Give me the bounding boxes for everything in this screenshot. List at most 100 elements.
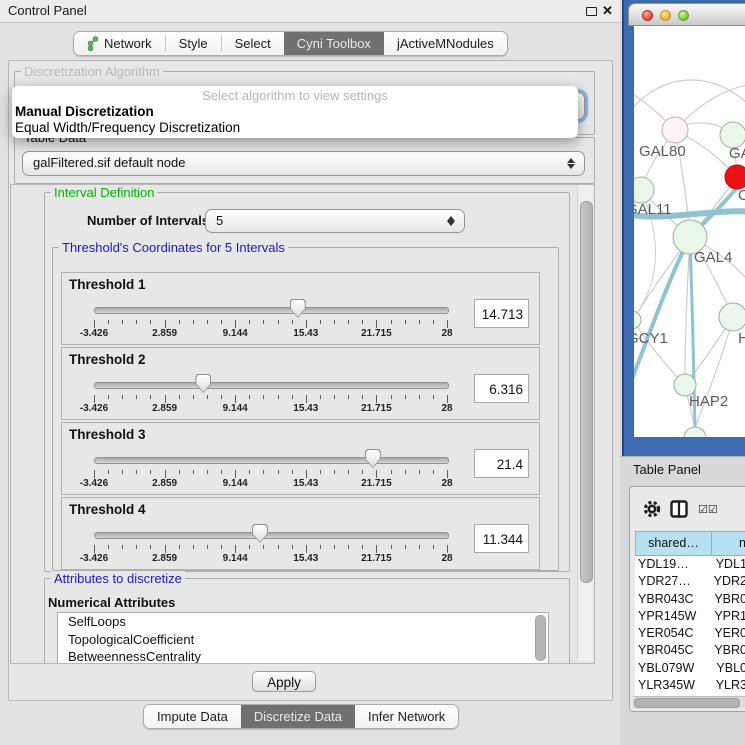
slider-tick [221, 320, 222, 324]
split-columns-icon[interactable] [670, 500, 688, 518]
slider-thumb[interactable] [252, 524, 268, 543]
slider-tick [136, 395, 137, 399]
slider-track[interactable] [94, 382, 449, 389]
slider-tick-label: 15.43 [293, 478, 318, 489]
table-row[interactable]: YBR045CYBR0 [635, 642, 745, 659]
tab-select[interactable]: Select [222, 32, 284, 55]
table-row[interactable]: YER054CYER0 [635, 625, 745, 642]
table-hscrollbar-thumb[interactable] [634, 698, 740, 708]
slider-tick-label: 28 [441, 328, 452, 339]
slider-tick [249, 395, 250, 399]
slider-tick [433, 320, 434, 324]
slider-tick [263, 545, 264, 549]
slider-track[interactable] [94, 457, 449, 464]
table-cell-shared-name: YDR27… [635, 573, 709, 590]
slider-tick [179, 320, 180, 324]
settings-scrollbar-track[interactable] [577, 185, 593, 661]
network-node-gcy1[interactable] [634, 311, 641, 329]
slider-tick [391, 320, 392, 324]
table-header-shared[interactable]: shared… [635, 531, 712, 556]
slider-tick [419, 545, 420, 549]
minimize-traffic-light-icon[interactable] [660, 10, 671, 21]
tab-cyni-toolbox[interactable]: Cyni Toolbox [284, 32, 384, 55]
attributes-groupbox: Attributes to discretize Numerical Attri… [44, 578, 570, 664]
tab-style[interactable]: Style [166, 32, 221, 55]
network-node-gal80[interactable] [662, 117, 688, 143]
tab-label: Cyni Toolbox [297, 36, 371, 51]
table-row[interactable]: YDR27…YDR2 [635, 573, 745, 590]
tab-label: Network [104, 36, 152, 51]
tab-discretize-data[interactable]: Discretize Data [241, 705, 355, 728]
slider-track[interactable] [94, 307, 449, 314]
slider-tick [376, 545, 377, 553]
table-row[interactable]: YPR145WYPR1 [635, 608, 745, 625]
slider-thumb[interactable] [195, 374, 211, 393]
slider-tick [221, 395, 222, 399]
settings-scrollbar-thumb[interactable] [580, 201, 593, 583]
float-window-icon[interactable] [586, 7, 597, 16]
close-icon[interactable]: ✕ [602, 3, 613, 19]
slider-tick-label: 15.43 [293, 403, 318, 414]
slider-tick-label: 2.859 [152, 403, 177, 414]
table-row[interactable]: YLR345WYLR3 [635, 677, 745, 694]
table-row[interactable]: YBL079WYBL0 [635, 660, 745, 677]
network-node-gal11[interactable] [634, 177, 654, 203]
slider-tick [150, 470, 151, 474]
slider-tick [320, 395, 321, 399]
zoom-traffic-light-icon[interactable] [678, 10, 689, 21]
slider-tick [136, 470, 137, 474]
threshold-value-field[interactable]: 21.4 [474, 449, 529, 478]
checkbox-columns-icon[interactable]: ☑☑ [698, 503, 718, 516]
table-header-name[interactable]: na [711, 531, 745, 556]
slider-tick-label: 21.715 [361, 478, 392, 489]
slider-tick [263, 320, 264, 324]
tab-network[interactable]: Network [74, 32, 165, 55]
gear-icon[interactable] [642, 499, 662, 519]
attribute-item[interactable]: BetweennessCentrality [58, 648, 548, 664]
slider-tick [165, 470, 166, 478]
dropdown-item-manual-discretization[interactable]: Manual Discretization [15, 104, 154, 119]
slider-tick [249, 470, 250, 474]
network-canvas[interactable]: GAL80GACGAL11GAL4GCY1HHAP2 [634, 26, 745, 437]
table-row[interactable]: YDL19…YDL1 [635, 556, 745, 573]
slider-tick [433, 545, 434, 549]
network-node[interactable] [684, 427, 706, 437]
tab-impute-data[interactable]: Impute Data [144, 705, 241, 728]
slider-tick-label: 9.144 [223, 403, 248, 414]
slider-track[interactable] [94, 532, 449, 539]
number-of-intervals-value: 5 [216, 213, 223, 228]
table-row[interactable]: YBR043CYBR0 [635, 591, 745, 608]
attributes-list-scrollbar[interactable] [535, 615, 546, 661]
close-traffic-light-icon[interactable] [642, 10, 653, 21]
slider-thumb[interactable] [365, 449, 381, 468]
apply-button[interactable]: Apply [252, 671, 316, 692]
network-node-c[interactable] [725, 165, 745, 189]
network-graph[interactable]: GAL80GACGAL11GAL4GCY1HHAP2 [634, 26, 745, 437]
table-data-select[interactable]: galFiltered.sif default node [22, 151, 585, 176]
attribute-item[interactable]: TopologicalCoefficient [58, 631, 548, 649]
app-root: Control Panel ✕ NetworkStyleSelectCyni T… [0, 0, 745, 745]
network-window-titlebar[interactable] [628, 3, 745, 26]
slider-thumb[interactable] [290, 299, 306, 318]
threshold-value-field[interactable]: 11.344 [474, 524, 529, 553]
slider-tick [419, 320, 420, 324]
tab-jactivemnodules[interactable]: jActiveMNodules [384, 32, 507, 55]
slider-tick [136, 545, 137, 549]
dropdown-item-equal-width-frequency[interactable]: Equal Width/Frequency Discretization [15, 120, 240, 135]
tab-label: Impute Data [157, 709, 228, 724]
slider-tick [320, 470, 321, 474]
network-node-h[interactable] [719, 303, 745, 331]
slider-tick-label: 21.715 [361, 328, 392, 339]
slider-tick [94, 395, 95, 403]
threshold-value-field[interactable]: 6.316 [474, 374, 529, 403]
number-of-intervals-select[interactable]: 5 [205, 209, 465, 233]
interval-definition-groupbox: Interval Definition Number of Intervals … [44, 192, 570, 572]
slider-tick-label: 9.144 [223, 553, 248, 564]
threshold-value-field[interactable]: 14.713 [474, 299, 529, 328]
numerical-attributes-list[interactable]: SelfLoopsTopologicalCoefficientBetweenne… [57, 612, 549, 664]
slider-tick [292, 470, 293, 474]
tab-infer-network[interactable]: Infer Network [355, 705, 458, 728]
slider-tick [179, 545, 180, 549]
table-hscrollbar-track[interactable] [633, 696, 745, 708]
attribute-item[interactable]: SelfLoops [58, 613, 548, 631]
